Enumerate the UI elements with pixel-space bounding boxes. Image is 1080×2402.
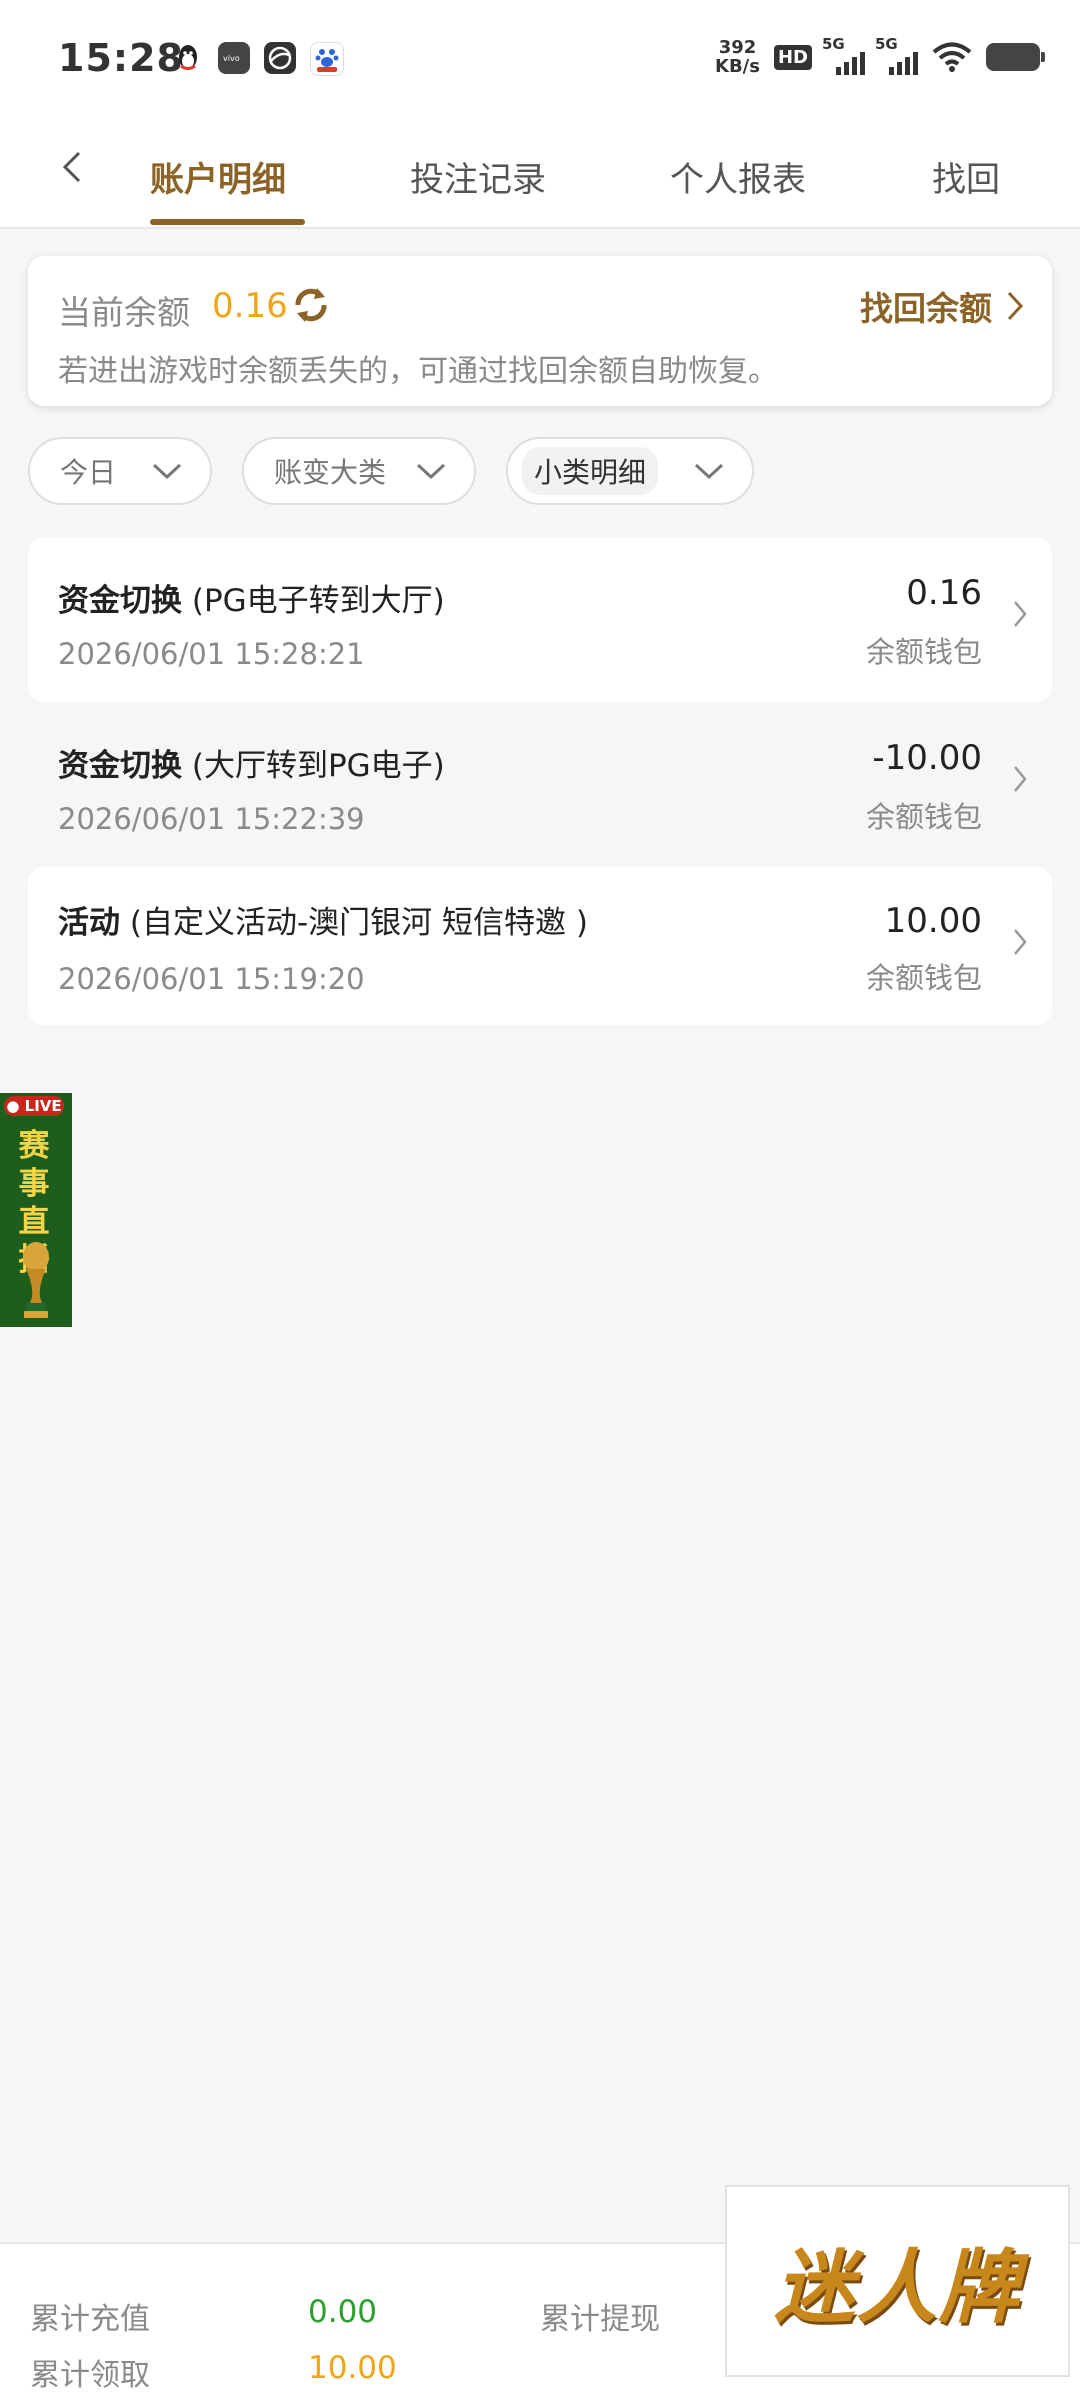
date-filter-dropdown[interactable]: 今日	[28, 437, 212, 505]
balance-label: 当前余额	[58, 293, 190, 332]
chevron-right-icon	[1014, 929, 1027, 955]
chevron-right-icon	[1014, 766, 1027, 792]
chevron-right-icon	[1007, 291, 1024, 321]
chevron-left-icon	[62, 151, 81, 183]
record-amount: 0.16	[906, 573, 982, 613]
back-button[interactable]	[52, 142, 92, 192]
svg-text:vivo: vivo	[223, 54, 240, 63]
qq-icon	[172, 42, 204, 74]
status-bar: 15:28 vivo 392 KB/s HD 5G 5G	[0, 0, 1080, 122]
live-badge: ● LIVE	[4, 1096, 64, 1116]
total-claim-label: 累计领取	[30, 2358, 150, 2393]
record-title: 活动 (自定义活动-澳门银河 短信特邀 )	[58, 905, 588, 941]
record-wallet: 余额钱包	[865, 635, 982, 669]
record-time: 2026/06/01 15:28:21	[58, 637, 365, 671]
brand-logo-overlay: 迷人牌	[725, 2185, 1070, 2377]
trophy-icon	[23, 1242, 49, 1318]
hd-voice-icon: HD	[773, 44, 812, 70]
tab-account-details[interactable]: 账户明细	[150, 152, 286, 201]
signal-sim1-icon: 5G	[822, 35, 865, 75]
status-time: 15:28	[58, 36, 184, 80]
record-time: 2026/06/01 15:19:20	[58, 962, 365, 996]
balance-card: 当前余额 0.16 找回余额 若进出游戏时余额丢失的，可通过找回余额自助恢复。	[28, 256, 1052, 406]
total-recharge-label: 累计充值	[30, 2302, 150, 2337]
filter-bar: 今日 账变大类 小类明细	[28, 437, 754, 505]
battery-icon	[986, 43, 1045, 71]
brand-logo-text: 迷人牌	[774, 2240, 1021, 2334]
category-filter-dropdown[interactable]: 账变大类	[242, 437, 476, 505]
balance-hint: 若进出游戏时余额丢失的，可通过找回余额自助恢复。	[58, 354, 778, 389]
record-wallet: 余额钱包	[865, 961, 982, 995]
recover-balance-label: 找回余额	[860, 289, 992, 328]
tab-bet-records[interactable]: 投注记录	[410, 152, 546, 201]
chevron-down-icon	[694, 463, 724, 480]
system-indicators: 392 KB/s HD 5G 5G	[715, 35, 1045, 77]
record-title: 资金切换 (PG电子转到大厅)	[58, 583, 445, 619]
record-amount: 10.00	[884, 901, 982, 941]
live-stream-banner[interactable]: ● LIVE 赛事直播	[0, 1093, 72, 1327]
balance-value: 0.16	[212, 286, 288, 326]
top-tab-bar: 账户明细 投注记录 个人报表 找回	[0, 122, 1080, 229]
list-item[interactable]: 资金切换 (大厅转到PG电子) 2026/06/01 15:22:39 -10.…	[28, 702, 1052, 867]
vivo-app-icon: vivo	[218, 42, 250, 74]
active-tab-indicator	[150, 219, 305, 225]
signal-sim2-icon: 5G	[875, 35, 918, 75]
recover-balance-button[interactable]: 找回余额	[860, 282, 1024, 330]
baidu-icon	[310, 42, 344, 76]
tab-recover[interactable]: 找回	[932, 152, 1000, 201]
notification-icons: vivo	[172, 42, 344, 76]
chevron-right-icon	[1014, 601, 1027, 627]
subcategory-filter-dropdown[interactable]: 小类明细	[506, 437, 754, 505]
record-amount: -10.00	[872, 738, 982, 778]
chevron-down-icon	[416, 463, 446, 480]
record-time: 2026/06/01 15:22:39	[58, 802, 365, 836]
total-withdraw-label: 累计提现	[540, 2302, 660, 2337]
list-item[interactable]: 资金切换 (PG电子转到大厅) 2026/06/01 15:28:21 0.16…	[28, 537, 1052, 702]
chevron-down-icon	[152, 463, 182, 480]
list-item[interactable]: 活动 (自定义活动-澳门银河 短信特邀 ) 2026/06/01 15:19:2…	[28, 867, 1052, 1025]
network-speed: 392 KB/s	[715, 37, 760, 77]
record-wallet: 余额钱包	[865, 800, 982, 834]
sport-app-icon	[264, 42, 296, 74]
record-title: 资金切换 (大厅转到PG电子)	[58, 748, 445, 784]
wifi-icon	[932, 42, 972, 72]
tab-personal-report[interactable]: 个人报表	[670, 152, 806, 201]
total-claim-value: 10.00	[308, 2350, 397, 2386]
refresh-icon[interactable]	[290, 284, 332, 326]
total-recharge-value: 0.00	[308, 2294, 378, 2330]
